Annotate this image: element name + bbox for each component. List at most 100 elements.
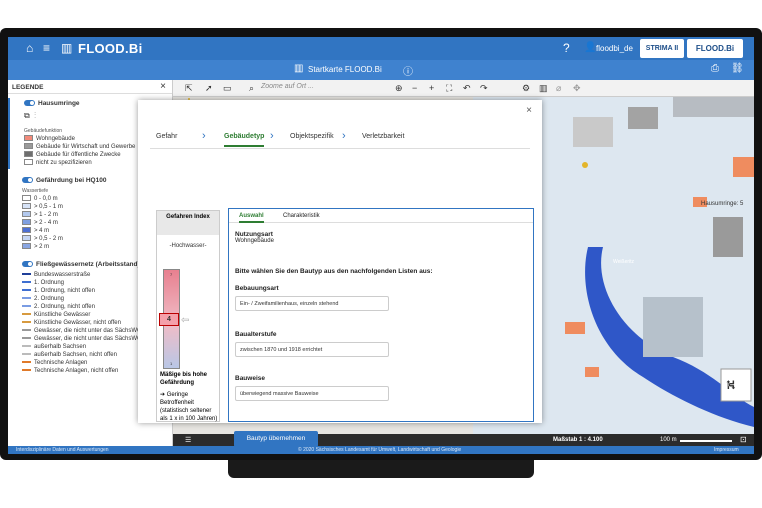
legend-item-label: Technische Anlagen [34, 360, 88, 366]
layers-icon[interactable]: ⧉ [24, 111, 30, 120]
monitor-frame: ⌂ ≡ ▥ FLOOD.Bi ? 👤 floodbi_de STRIMA II … [0, 28, 762, 460]
list-icon[interactable]: ☰ [185, 436, 191, 444]
gefahren-index-panel: Gefahren Index -Hochwasser- 7 1 4 ⇦ Mäßi… [156, 210, 220, 422]
measure-icon[interactable]: ▭ [223, 83, 232, 94]
link-icon[interactable]: ⛓ [731, 63, 744, 74]
map-toolbar: ⇱ ➚ ▭ ⌕ Zoome auf Ort ... ⊕ − + ⛶ ↶ ↷ ⚙ … [173, 80, 754, 97]
legend-swatch [22, 243, 31, 250]
legend-swatch [22, 369, 31, 372]
legend-swatch [24, 135, 33, 142]
help-icon[interactable]: ? [563, 41, 570, 55]
hazard-text: ➔ Geringe Betroffenheit (statistisch sel… [160, 392, 218, 422]
legend-item-label: 1. Ordnung [34, 280, 65, 286]
legend-swatch [22, 195, 31, 202]
legend-item-label: 0 - 0,0 m [34, 196, 58, 202]
close-icon[interactable]: × [160, 81, 166, 92]
legend-swatch [22, 219, 31, 226]
imprint-link[interactable]: Impressum [714, 447, 739, 453]
scale-top-label: 7 [170, 272, 173, 277]
app-title: FLOOD.Bi [78, 41, 143, 56]
menu-icon[interactable]: ≡ [43, 41, 50, 55]
legend-swatch [24, 159, 33, 166]
settings-icon[interactable]: ⚙ [522, 83, 530, 94]
fullscreen-icon[interactable]: ⛶ [446, 83, 452, 94]
layer-toggle[interactable] [24, 100, 35, 107]
zoom-out-icon[interactable]: − [412, 83, 417, 93]
search-input[interactable]: Zoome auf Ort ... [261, 83, 314, 90]
wizard-steps: Gefahr › Gebäudetyp › Objektspezifik › V… [150, 127, 530, 149]
undo-icon[interactable]: ↶ [463, 83, 471, 94]
home-icon[interactable]: ⌂ [26, 41, 33, 55]
locate-icon[interactable]: ⊕ [395, 83, 403, 94]
print-icon[interactable]: ⎙ [711, 63, 719, 74]
legend-item-label: > 2 - 4 m [34, 220, 58, 226]
close-icon[interactable]: × [526, 105, 532, 116]
layers-icon[interactable]: ▥ [539, 83, 548, 94]
redo-icon[interactable]: ↷ [480, 83, 488, 94]
arrow-left-icon: ⇦ [181, 315, 190, 326]
map-label-hausumringe: Hausumringe: 5 [701, 201, 744, 207]
step-gebaeudetyp[interactable]: Gebäudetyp [224, 133, 265, 147]
north-arrow-icon: ⛕ [726, 377, 736, 392]
expand-icon[interactable]: ⊡ [740, 435, 747, 444]
panel-tabs: Auswahl Charakteristik [229, 209, 533, 223]
info-icon[interactable]: ⓘ [403, 63, 413, 78]
scale-bottom-label: 1 [170, 361, 173, 366]
legend-swatch [22, 227, 31, 234]
tab-auswahl[interactable]: Auswahl [239, 213, 264, 223]
footer-copyright: © 2020 Sächsisches Landesamt für Umwelt,… [298, 447, 462, 453]
user-icon[interactable]: 👤 [584, 41, 596, 55]
app-screen: ⌂ ≡ ▥ FLOOD.Bi ? 👤 floodbi_de STRIMA II … [8, 37, 754, 454]
layer-toggle[interactable] [22, 177, 33, 184]
legend-item-label: Gebäude für öffentliche Zwecke [36, 152, 121, 158]
nutzungsart-label: Nutzungsart [235, 231, 273, 238]
more-icon[interactable]: ⋮ [34, 111, 36, 120]
auswahl-panel: Auswahl Charakteristik Nutzungsart Wohng… [228, 208, 534, 422]
floodbi-logo: FLOOD.Bi [687, 39, 743, 58]
legend-swatch [22, 289, 31, 292]
legend-swatch [22, 203, 31, 210]
legend-swatch [22, 235, 31, 242]
top-bar: ⌂ ≡ ▥ FLOOD.Bi ? 👤 floodbi_de STRIMA II … [8, 37, 754, 60]
legend-swatch [22, 353, 31, 356]
legend-item-label: > 0,5 - 2 m [34, 236, 63, 242]
legend-swatch [22, 305, 31, 308]
map-icon: ▥ [61, 41, 73, 55]
legend-item-label: Künstliche Gewässer [34, 312, 91, 318]
erase-icon[interactable]: ⌀ [556, 83, 561, 94]
legend-title: LEGENDE [12, 84, 44, 91]
step-objektspezifik[interactable]: Objektspezifik [290, 133, 334, 140]
layer-toggle[interactable] [22, 261, 33, 268]
chevron-right-icon: › [342, 130, 346, 142]
scalebar-label: 100 m [660, 437, 677, 443]
bauweise-select[interactable]: überwiegend massive Bauweise [235, 386, 389, 401]
tab-charakteristik[interactable]: Charakteristik [283, 213, 320, 219]
baualtersstufe-select[interactable]: zwischen 1870 und 1918 errichtet [235, 342, 389, 357]
legend-swatch [22, 345, 31, 348]
footer-left[interactable]: Interdisziplinäre Daten und Auswertungen [16, 447, 109, 453]
user-name[interactable]: floodbi_de [596, 44, 633, 53]
pan-icon[interactable]: ✥ [573, 83, 581, 94]
step-verletzbarkeit[interactable]: Verletzbarkeit [362, 133, 404, 140]
gefahren-index-level: -Hochwasser- [169, 243, 207, 249]
step-gefahr[interactable]: Gefahr [156, 133, 177, 140]
map-label-river: Weißeritz [613, 259, 635, 265]
bautyp-uebernehmen-button[interactable]: Bautyp übernehmen [234, 431, 318, 447]
legend-item-label: Technische Anlagen, nicht offen [34, 368, 119, 374]
legend-item-label: Bundeswasserstraße [34, 272, 91, 278]
legend-item-label: 1. Ordnung, nicht offen [34, 288, 95, 294]
pointer-icon[interactable]: ➚ [205, 83, 213, 94]
zoom-in-icon[interactable]: + [429, 83, 434, 93]
bauweise-label: Bauweise [235, 375, 265, 382]
legend-header: LEGENDE × [8, 80, 172, 94]
bauweise-field: Bauweise überwiegend massive Bauweise [235, 375, 389, 401]
gefahren-index-description: Mäßige bis hohe Gefährdung ➔ Geringe Bet… [160, 371, 220, 423]
search-icon[interactable]: ⌕ [249, 83, 254, 94]
baualtersstufe-label: Baualterstufe [235, 331, 277, 338]
bebauungsart-label: Bebauungsart [235, 285, 279, 292]
bebauungsart-select[interactable]: Ein- / Zweifamilienhaus, einzeln stehend [235, 296, 389, 311]
sub-bar: ▥ Startkarte FLOOD.Bi ⓘ ⎙ ⛓ [8, 60, 754, 80]
legend-swatch [24, 143, 33, 150]
map-scale: Maßstab 1 : 4.100 [553, 437, 603, 443]
select-info-icon[interactable]: ⇱ [185, 83, 193, 94]
